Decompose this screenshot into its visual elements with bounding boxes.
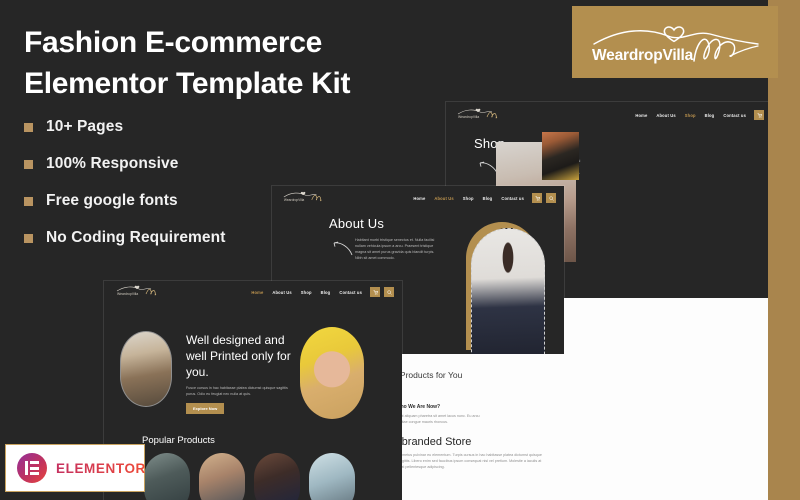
shop-nav-item-2[interactable]: Shop [685, 113, 696, 118]
home-section-title: Popular Products [142, 435, 215, 446]
about-nav-item-3[interactable]: Blog [483, 196, 493, 201]
shop-nav-item-1[interactable]: About Us [656, 113, 675, 118]
feature-item: 10+ Pages [24, 118, 226, 136]
popular-product-item[interactable] [199, 453, 245, 500]
popular-product-item[interactable] [144, 453, 190, 500]
home-hero-title: Well designed and well Printed only for … [186, 333, 291, 379]
feature-label: Free google fonts [46, 192, 178, 209]
home-nav[interactable]: WeardropVilla Home About Us Shop Blog Co… [104, 284, 402, 300]
page-title: Fashion E-commerce Elementor Template Ki… [24, 22, 544, 104]
home-nav-item-4[interactable]: Contact us [339, 290, 362, 295]
shop-nav-logo: WeardropVilla [454, 106, 508, 124]
shop-nav-item-4[interactable]: Contact us [723, 113, 746, 118]
popular-product-item[interactable] [254, 453, 300, 500]
about-bottom-para: Id metus pulvinar eu elementum. Turpis c… [398, 453, 542, 469]
feature-item: 100% Responsive [24, 155, 226, 173]
shopping-cart-icon[interactable] [532, 193, 542, 203]
svg-text:WeardropVilla: WeardropVilla [284, 198, 305, 202]
bullet-square-icon [24, 196, 33, 206]
search-icon[interactable] [546, 193, 556, 203]
shop-nav-item-0[interactable]: Home [635, 113, 647, 118]
svg-text:WeardropVilla: WeardropVilla [117, 292, 138, 296]
shop-nav-item-3[interactable]: Blog [705, 113, 715, 118]
brand-script-monogram [693, 38, 736, 62]
bullet-square-icon [24, 159, 33, 169]
about-bottom-title: -branded Store [398, 436, 472, 448]
feature-label: No Coding Requirement [46, 229, 226, 246]
elementor-wordmark: ELEMENTOR [56, 460, 146, 476]
home-nav-icons[interactable] [370, 287, 394, 297]
svg-text:WeardropVilla: WeardropVilla [458, 115, 479, 119]
popular-product-item[interactable] [309, 453, 355, 500]
feature-item: No Coding Requirement [24, 229, 226, 247]
shop-nav[interactable]: WeardropVilla Home About Us Shop Blog Co… [446, 107, 786, 123]
brand-logo-panel: WeardropVilla [572, 6, 778, 78]
home-nav-logo: WeardropVilla [112, 283, 168, 301]
feature-label: 100% Responsive [46, 155, 179, 172]
about-nav-item-4[interactable]: Contact us [501, 196, 524, 201]
home-hero-para: Fusce cursus in hac habitasse platea dic… [186, 386, 288, 396]
about-nav-icons[interactable] [532, 193, 556, 203]
bullet-square-icon [24, 122, 33, 132]
feature-label: 10+ Pages [46, 118, 124, 135]
title-line-1: Fashion E-commerce [24, 26, 323, 59]
title-line-2: Elementor Template Kit [24, 67, 351, 101]
bullet-square-icon [24, 233, 33, 243]
home-nav-item-3[interactable]: Blog [321, 290, 331, 295]
search-icon[interactable] [384, 287, 394, 297]
home-products-row [144, 453, 355, 500]
home-hero-photo-left [120, 331, 172, 407]
brand-wordmark: WeardropVilla [592, 47, 694, 64]
home-hero-photo-right [300, 327, 364, 419]
shop-nav-menu[interactable]: Home About Us Shop Blog Contact us [635, 113, 746, 118]
elementor-logo-icon [17, 453, 47, 483]
explore-now-button[interactable]: Explore Now [186, 403, 225, 414]
home-nav-menu[interactable]: Home About Us Shop Blog Contact us [251, 290, 362, 295]
about-nav-item-2[interactable]: Shop [463, 196, 474, 201]
about-nav-menu[interactable]: Home About Us Shop Blog Contact us [413, 196, 524, 201]
about-nav-item-1[interactable]: About Us [434, 196, 453, 201]
heart-icon [663, 26, 685, 43]
home-nav-item-0[interactable]: Home [251, 290, 263, 295]
about-hero-para: Habitant morbi tristique senectus et. Nu… [355, 238, 435, 260]
about-hero-arrow-icon [333, 241, 353, 256]
brand-logo: WeardropVilla [592, 26, 759, 64]
about-nav-item-0[interactable]: Home [413, 196, 425, 201]
shop-hero-photo-man [542, 132, 579, 180]
poster-canvas: WeardropVilla Home About Us Shop Blog Co… [0, 0, 800, 500]
about-nav-logo: WeardropVilla [280, 189, 332, 207]
shopping-cart-icon[interactable] [370, 287, 380, 297]
feature-item: Free google fonts [24, 192, 226, 210]
about-hero-photo [471, 228, 545, 360]
home-nav-item-2[interactable]: Shop [301, 290, 312, 295]
feature-list: 10+ Pages 100% Responsive Free google fo… [24, 118, 226, 266]
elementor-badge: ELEMENTOR [5, 444, 145, 492]
about-nav[interactable]: WeardropVilla Home About Us Shop Blog Co… [272, 190, 564, 206]
mockup-home: WeardropVilla Home About Us Shop Blog Co… [104, 281, 402, 500]
about-hero-title: About Us [329, 216, 385, 231]
home-nav-item-1[interactable]: About Us [272, 290, 291, 295]
shopping-cart-icon[interactable] [754, 110, 764, 120]
